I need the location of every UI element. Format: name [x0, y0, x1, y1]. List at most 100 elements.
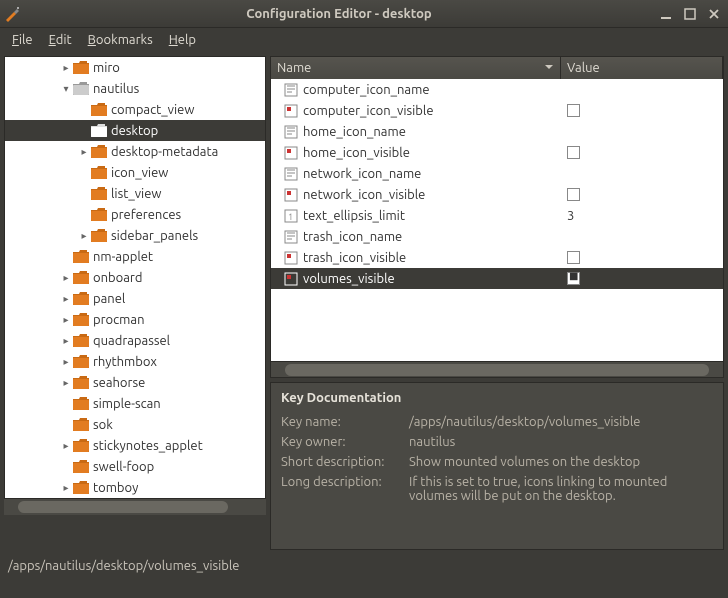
key-type-icon [283, 103, 299, 119]
tree-item-label: miro [93, 61, 120, 75]
expand-icon[interactable]: ▸ [77, 145, 91, 159]
expand-icon[interactable]: ▸ [59, 439, 73, 453]
tree-item-panel[interactable]: ▸panel [5, 288, 265, 309]
key-row-trash_icon_visible[interactable]: trash_icon_visible [271, 247, 723, 268]
checkbox[interactable] [567, 146, 580, 159]
tree-hscrollbar[interactable] [4, 499, 266, 515]
tree-item-label: onboard [93, 271, 142, 285]
key-name: home_icon_name [303, 125, 406, 139]
column-header-name[interactable]: Name [271, 57, 561, 79]
tree-item-rhythmbox[interactable]: ▸rhythmbox [5, 351, 265, 372]
tree-pane[interactable]: ▸miro▾nautilus·compact_view·desktop▸desk… [4, 56, 266, 499]
key-type-icon [283, 187, 299, 203]
folder-icon [73, 61, 89, 75]
tree-item-procman[interactable]: ▸ procman [5, 309, 265, 330]
expand-icon[interactable]: ▸ [59, 292, 73, 306]
key-row-text_ellipsis_limit[interactable]: 1text_ellipsis_limit3 [271, 205, 723, 226]
tree-item-sidebar_panels[interactable]: ▸sidebar_panels [5, 225, 265, 246]
keylist-hscrollbar[interactable] [271, 361, 723, 377]
checkbox[interactable] [567, 188, 580, 201]
doc-label: Key name: [281, 415, 409, 429]
folder-icon [91, 103, 107, 117]
key-type-icon [283, 271, 299, 287]
key-name: text_ellipsis_limit [303, 209, 405, 223]
key-list-body[interactable]: computer_icon_name computer_icon_visibleh… [271, 79, 723, 361]
column-header-value[interactable]: Value [561, 57, 723, 79]
tree-item-tomboy[interactable]: ▸tomboy [5, 477, 265, 498]
maximize-button[interactable] [680, 4, 700, 24]
folder-icon [73, 334, 89, 348]
menu-help[interactable]: Help [163, 31, 202, 49]
tree-item-nm-applet[interactable]: ·nm-applet [5, 246, 265, 267]
tree-item-desktop-metadata[interactable]: ▸desktop-metadata [5, 141, 265, 162]
key-name: computer_icon_visible [303, 104, 434, 118]
tree-item-preferences[interactable]: ·preferences [5, 204, 265, 225]
key-row-computer_icon_name[interactable]: computer_icon_name [271, 79, 723, 100]
expand-icon[interactable]: ▸ [59, 271, 73, 285]
tree-item-nautilus[interactable]: ▾ nautilus [5, 78, 265, 99]
statusbar: /apps/nautilus/desktop/volumes_visible [0, 554, 728, 578]
window-title: Configuration Editor - desktop [26, 7, 652, 21]
column-header-name-label: Name [277, 61, 311, 75]
collapse-icon[interactable]: ▾ [59, 82, 73, 96]
tree-item-icon_view[interactable]: ·icon_view [5, 162, 265, 183]
folder-icon [73, 313, 89, 327]
key-row-computer_icon_visible[interactable]: computer_icon_visible [271, 100, 723, 121]
expand-icon[interactable]: ▸ [59, 481, 73, 495]
expand-icon[interactable]: ▸ [59, 313, 73, 327]
tree-item-label: desktop [111, 124, 158, 138]
tree-item-desktop[interactable]: ·desktop [5, 120, 265, 141]
checkbox[interactable] [567, 272, 580, 285]
expand-icon[interactable]: ▸ [59, 61, 73, 75]
menu-file[interactable]: File [6, 31, 39, 49]
tree-item-miro[interactable]: ▸ miro [5, 57, 265, 78]
tree-item-label: procman [93, 313, 145, 327]
key-type-icon [283, 166, 299, 182]
folder-icon [73, 481, 89, 495]
tree-item-label: stickynotes_applet [93, 439, 203, 453]
key-name: network_icon_visible [303, 188, 425, 202]
tree-item-onboard[interactable]: ▸ onboard [5, 267, 265, 288]
doc-value: /apps/nautilus/desktop/volumes_visible [409, 415, 713, 429]
tree-item-list_view[interactable]: ·list_view [5, 183, 265, 204]
key-documentation-panel: Key Documentation Key name:/apps/nautilu… [270, 382, 724, 550]
tree-item-compact_view[interactable]: ·compact_view [5, 99, 265, 120]
menu-bookmarks[interactable]: Bookmarks [82, 31, 159, 49]
minimize-button[interactable] [656, 4, 676, 24]
doc-label: Long description: [281, 475, 409, 503]
key-row-home_icon_name[interactable]: home_icon_name [271, 121, 723, 142]
doc-row: Short description:Show mounted volumes o… [281, 455, 713, 469]
tree-item-stickynotes_applet[interactable]: ▸ stickynotes_applet [5, 435, 265, 456]
tree-item-label: nautilus [93, 82, 139, 96]
key-value: 3 [567, 209, 574, 223]
tree-item-label: swell-foop [93, 460, 154, 474]
tree-item-label: quadrapassel [93, 334, 170, 348]
checkbox[interactable] [567, 251, 580, 264]
key-row-volumes_visible[interactable]: volumes_visible [271, 268, 723, 289]
tree-item-sok[interactable]: ·sok [5, 414, 265, 435]
tree-item-simple-scan[interactable]: ·simple-scan [5, 393, 265, 414]
tree-item-label: list_view [111, 187, 161, 201]
right-pane: Name Value computer_icon_namecomputer_ic… [270, 56, 724, 550]
folder-icon [73, 439, 89, 453]
doc-label: Short description: [281, 455, 409, 469]
expand-icon[interactable]: ▸ [77, 229, 91, 243]
key-row-home_icon_visible[interactable]: home_icon_visible [271, 142, 723, 163]
key-row-network_icon_visible[interactable]: network_icon_visible [271, 184, 723, 205]
expand-icon[interactable]: ▸ [59, 334, 73, 348]
doc-value: nautilus [409, 435, 713, 449]
tree-item-swell-foop[interactable]: ·swell-foop [5, 456, 265, 477]
titlebar: Configuration Editor - desktop [0, 0, 728, 28]
close-button[interactable] [704, 4, 724, 24]
key-row-network_icon_name[interactable]: network_icon_name [271, 163, 723, 184]
folder-icon [73, 376, 89, 390]
folder-icon [73, 271, 89, 285]
key-row-trash_icon_name[interactable]: trash_icon_name [271, 226, 723, 247]
expand-icon[interactable]: ▸ [59, 355, 73, 369]
tree-item-quadrapassel[interactable]: ▸ quadrapassel [5, 330, 265, 351]
tree-item-seahorse[interactable]: ▸seahorse [5, 372, 265, 393]
expand-icon[interactable]: ▸ [59, 376, 73, 390]
menu-edit[interactable]: Edit [43, 31, 78, 49]
sort-indicator-icon [544, 61, 554, 75]
checkbox[interactable] [567, 104, 580, 117]
